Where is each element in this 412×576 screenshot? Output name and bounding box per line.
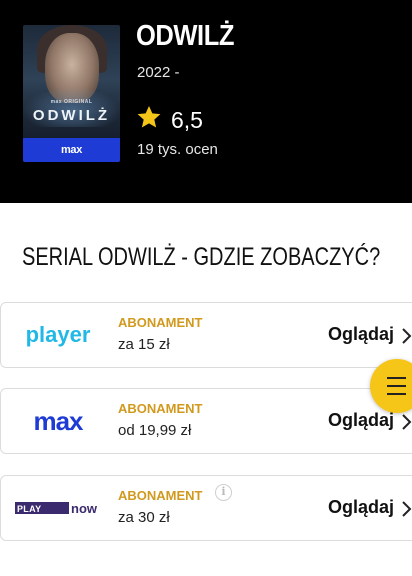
where-to-watch-heading: SERIAL ODWILŻ - GDZIE ZOBACZYĆ?: [22, 243, 381, 271]
max-logo: max: [13, 401, 103, 441]
offer-player[interactable]: player ABONAMENT za 15 zł Oglądaj: [0, 302, 412, 368]
player-logo-text: player: [26, 322, 91, 347]
poster-platform-label: max: [60, 144, 83, 156]
offer-playnow[interactable]: PLAY now ABONAMENT i za 30 zł Oglądaj: [0, 475, 412, 541]
poster-platform-bar: max: [23, 138, 120, 162]
playnow-logo-graphic: PLAY now: [15, 501, 98, 516]
rating-votes: 19 tys. ocen: [137, 141, 218, 158]
chevron-right-icon: [402, 328, 412, 344]
menu-icon-line: [387, 393, 406, 395]
menu-icon-line: [387, 385, 406, 387]
series-poster[interactable]: max ORIGINAL ODWILŻ max: [23, 25, 120, 162]
offer-price: za 30 zł: [118, 509, 170, 526]
watch-button[interactable]: Oglądaj: [328, 324, 394, 345]
star-icon: [137, 105, 161, 128]
rating-value: 6,5: [171, 107, 203, 133]
offer-max[interactable]: max ABONAMENT od 19,99 zł Oglądaj: [0, 388, 412, 454]
offer-type: ABONAMENT: [118, 488, 203, 503]
series-year: 2022 -: [137, 64, 180, 81]
watch-button[interactable]: Oglądaj: [328, 410, 394, 431]
offer-type: ABONAMENT: [118, 401, 203, 416]
poster-brand-small: max ORIGINAL: [50, 99, 93, 105]
chevron-right-icon: [402, 414, 412, 430]
chevron-right-icon: [402, 501, 412, 517]
max-logo-graphic: max: [33, 406, 85, 436]
poster-title: ODWILŻ: [32, 107, 111, 124]
watch-button[interactable]: Oglądaj: [328, 497, 394, 518]
offer-type: ABONAMENT: [118, 315, 203, 330]
hero-header: max ORIGINAL ODWILŻ max ODWILŻ 2022 - 6,…: [0, 0, 412, 203]
playnow-logo: PLAY now: [13, 488, 103, 528]
offer-price: za 15 zł: [118, 336, 170, 353]
player-logo: player: [13, 315, 103, 355]
offer-price: od 19,99 zł: [118, 422, 192, 439]
svg-text:now: now: [71, 501, 98, 516]
series-title: ODWILŻ: [136, 20, 234, 52]
info-icon[interactable]: i: [215, 484, 232, 501]
playnow-logo-text: PLAY: [17, 504, 41, 514]
max-logo-text: max: [33, 406, 84, 436]
menu-icon: [387, 377, 406, 379]
player-logo-graphic: player: [26, 322, 91, 347]
